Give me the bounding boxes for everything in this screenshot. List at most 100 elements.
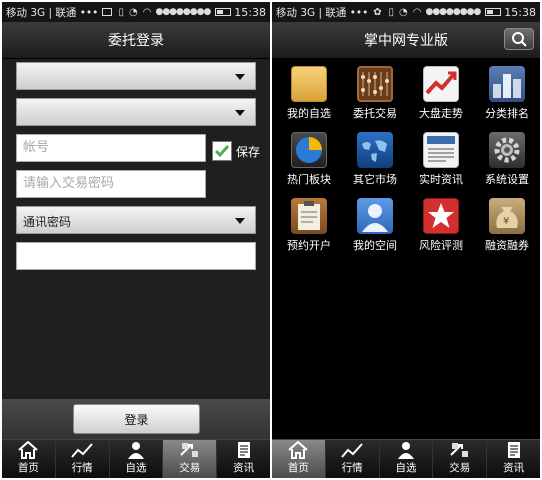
app-label: 我的空间 [353, 239, 397, 252]
pie-chart-icon [291, 132, 327, 168]
status-time: 15:38 [234, 5, 266, 19]
tab-news[interactable]: 资讯 [487, 440, 540, 478]
tab-label: 首页 [287, 462, 309, 474]
clock-icon: ◔ [399, 6, 408, 18]
app-label: 大盘走势 [419, 107, 463, 120]
page-title: 掌中网专业版 [364, 33, 448, 49]
ranking-icon [489, 66, 525, 102]
tab-label: 自选 [395, 462, 417, 474]
chart-line-icon [71, 443, 93, 458]
login-form: 帐号 请输入交易密码 通讯密码 [2, 59, 270, 399]
wifi-icon: ◠ [412, 6, 422, 18]
tab-home[interactable]: 首页 [2, 440, 56, 478]
exchange-icon [450, 443, 468, 457]
account-input[interactable]: 帐号 [16, 134, 206, 162]
search-button[interactable] [504, 28, 534, 50]
status-time: 15:38 [504, 5, 536, 19]
newspaper-icon [423, 132, 459, 168]
comm-password-input[interactable] [16, 242, 256, 270]
broker-select[interactable] [16, 62, 256, 90]
person-icon [397, 442, 414, 459]
bottom-tab-bar: 首页 行情 自选 交易 资讯 [272, 439, 540, 478]
left-screen: 移动 3G | 联通 ••• ▯ ◔ ◠ ●●●●●●●● 15:38 委托登录… [2, 2, 270, 478]
tab-label: 行情 [71, 462, 93, 474]
person-icon [127, 442, 144, 459]
app-my-space[interactable]: 我的空间 [342, 198, 408, 264]
app-other-markets[interactable]: 其它市场 [342, 132, 408, 198]
chevron-down-icon [235, 74, 245, 80]
app-label: 委托交易 [353, 107, 397, 120]
gear-icon [489, 132, 525, 168]
tab-label: 自选 [125, 462, 147, 474]
app-my-watchlist[interactable]: 我的自选 [276, 66, 342, 132]
right-screen: 移动 3G | 联通 ••• ✿ ▯ ◔ ◠ ●●●●●●●● 15:38 掌中… [272, 2, 540, 478]
home-icon [288, 441, 309, 459]
tab-label: 行情 [341, 462, 363, 474]
status-bar: 移动 3G | 联通 ••• ✿ ▯ ◔ ◠ ●●●●●●●● 15:38 [272, 2, 540, 22]
app-realtime-news[interactable]: 实时资讯 [408, 132, 474, 198]
search-icon [512, 32, 527, 47]
app-label: 分类排名 [485, 107, 529, 120]
vibrate-icon: ▯ [118, 6, 124, 18]
app-system-settings[interactable]: 系统设置 [474, 132, 540, 198]
app-label: 热门板块 [287, 173, 331, 186]
image-icon [102, 8, 113, 16]
app-label: 融资融券 [485, 239, 529, 252]
app-label: 风险评测 [419, 239, 463, 252]
carrier-text: 移动 3G | 联通 ••• [276, 6, 369, 19]
save-checkbox[interactable] [212, 141, 232, 161]
document-icon [507, 442, 520, 458]
svg-text:¥: ¥ [503, 216, 509, 227]
tab-news[interactable]: 资讯 [217, 440, 270, 478]
app-margin-trading[interactable]: ¥ 融资融券 [474, 198, 540, 264]
clock-icon: ◔ [129, 6, 138, 18]
app-market-trend[interactable]: 大盘走势 [408, 66, 474, 132]
bottom-tab-bar: 首页 行情 自选 交易 资讯 [2, 439, 270, 478]
money-bag-icon: ¥ [489, 198, 525, 234]
app-label: 我的自选 [287, 107, 331, 120]
check-icon [214, 145, 230, 158]
title-bar: 掌中网专业版 [272, 22, 540, 59]
star-icon [423, 198, 459, 234]
app-hot-sectors[interactable]: 热门板块 [276, 132, 342, 198]
tab-label: 资讯 [233, 462, 255, 474]
battery-icon [485, 8, 502, 16]
world-map-icon [357, 132, 393, 168]
signal-icon: ●●●●●●●● [155, 7, 211, 17]
title-bar: 委托登录 [2, 22, 270, 59]
battery-icon [215, 8, 232, 16]
app-ranking[interactable]: 分类排名 [474, 66, 540, 132]
folder-icon [291, 66, 327, 102]
tab-watchlist[interactable]: 自选 [380, 440, 434, 478]
account-type-select[interactable] [16, 98, 256, 126]
app-risk-assessment[interactable]: 风险评测 [408, 198, 474, 264]
signal-icon: ●●●●●●●● [425, 7, 481, 17]
login-button[interactable]: 登录 [73, 404, 200, 434]
trend-chart-icon [423, 66, 459, 102]
vibrate-icon: ▯ [388, 6, 394, 18]
tab-watchlist[interactable]: 自选 [110, 440, 164, 478]
tab-label: 资讯 [503, 462, 525, 474]
tab-quotes[interactable]: 行情 [326, 440, 380, 478]
abacus-icon [357, 66, 393, 102]
password-input[interactable]: 请输入交易密码 [16, 170, 206, 198]
tab-trade[interactable]: 交易 [163, 440, 218, 478]
app-notification-icon: ✿ [373, 6, 382, 18]
tab-trade[interactable]: 交易 [433, 440, 488, 478]
tab-home[interactable]: 首页 [272, 440, 326, 478]
tab-label: 交易 [179, 462, 201, 474]
comm-password-select[interactable]: 通讯密码 [16, 206, 256, 234]
chevron-down-icon [235, 110, 245, 116]
app-trade[interactable]: 委托交易 [342, 66, 408, 132]
app-label: 其它市场 [353, 173, 397, 186]
login-bar: 登录 [2, 399, 270, 439]
tab-quotes[interactable]: 行情 [56, 440, 110, 478]
save-label: 保存 [236, 145, 261, 159]
app-label: 预约开户 [287, 239, 331, 252]
app-label: 系统设置 [485, 173, 529, 186]
carrier-text: 移动 3G | 联通 ••• [6, 6, 99, 19]
chart-line-icon [341, 443, 363, 458]
app-open-account[interactable]: 预约开户 [276, 198, 342, 264]
chevron-down-icon [235, 218, 245, 224]
tab-label: 交易 [449, 462, 471, 474]
